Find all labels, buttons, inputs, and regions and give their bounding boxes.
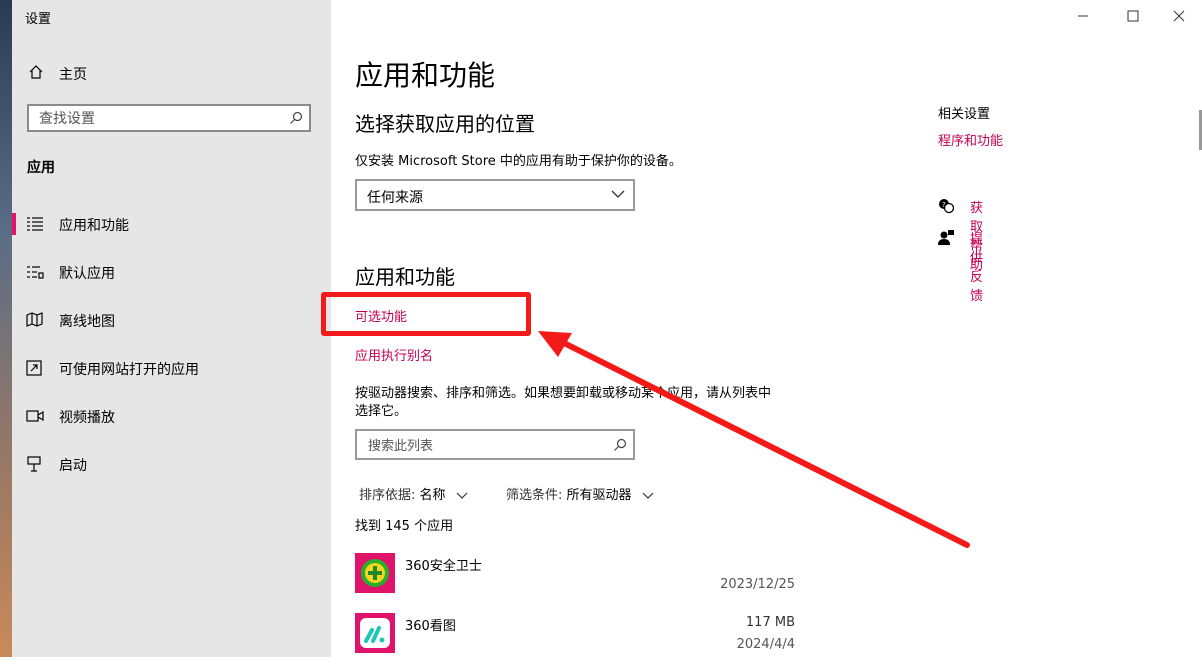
app-name: 360看图	[405, 619, 456, 634]
sidebar-item-offline-maps[interactable]: 离线地图	[12, 303, 331, 337]
video-playback-icon	[26, 410, 44, 422]
apps-list-description-line1: 按驱动器搜索、排序和筛选。如果想要卸载或移动某个应用，请从列表中	[355, 386, 772, 401]
maximize-button[interactable]	[1118, 6, 1148, 26]
sort-by-label: 排序依据:	[359, 488, 416, 503]
programs-features-link[interactable]: 程序和功能	[938, 130, 1003, 149]
sidebar-item-label: 启动	[59, 458, 87, 474]
home-icon	[29, 65, 43, 79]
desktop-background-strip	[0, 0, 12, 657]
apps-list-description-line2: 选择它。	[355, 404, 408, 419]
page-title: 应用和功能	[355, 59, 496, 92]
app-name: 360安全卫士	[405, 559, 482, 574]
install-source-description: 仅安装 Microsoft Store 中的应用有助于保护你的设备。	[355, 154, 682, 169]
settings-search-input[interactable]	[37, 108, 281, 130]
dropdown-selected-value: 任何来源	[367, 190, 423, 206]
filter-by-value: 所有驱动器	[566, 488, 632, 503]
app-install-date: 2023/12/25	[720, 577, 795, 592]
sidebar-item-label: 默认应用	[59, 266, 115, 282]
chevron-down-icon	[642, 492, 654, 499]
related-settings-title: 相关设置	[938, 107, 991, 122]
sidebar-item-apps-features[interactable]: 应用和功能	[12, 207, 331, 241]
360-safe-icon	[355, 553, 395, 593]
apps-features-heading: 应用和功能	[355, 265, 455, 289]
window-title: 设置	[25, 12, 52, 27]
sidebar-item-apps-for-websites[interactable]: 可使用网站打开的应用	[12, 351, 331, 385]
sidebar-item-label: 可使用网站打开的应用	[59, 362, 199, 378]
settings-sidebar: 设置 主页 应用 应用和功能	[12, 0, 331, 657]
settings-search-box[interactable]	[27, 104, 311, 132]
startup-icon	[27, 456, 41, 472]
sidebar-item-label: 视频播放	[59, 410, 115, 426]
apps-count-text: 找到 145 个应用	[355, 519, 454, 534]
install-source-dropdown[interactable]: 任何来源	[355, 179, 635, 211]
360-image-viewer-icon	[355, 613, 395, 653]
apps-for-websites-icon	[26, 360, 42, 376]
chevron-down-icon	[611, 190, 625, 198]
app-execution-alias-link[interactable]: 应用执行别名	[355, 345, 433, 364]
search-icon	[614, 438, 627, 451]
apps-list-search-input[interactable]	[366, 435, 600, 457]
sort-by-selector[interactable]: 排序依据: 名称	[359, 484, 468, 503]
sidebar-item-default-apps[interactable]: 默认应用	[12, 255, 331, 289]
close-button[interactable]	[1164, 6, 1194, 26]
search-icon	[290, 111, 303, 124]
sidebar-item-label: 应用和功能	[59, 218, 129, 234]
offline-maps-icon	[26, 312, 43, 327]
feedback-icon	[938, 230, 954, 245]
apps-features-icon	[27, 217, 43, 231]
get-help-icon: ?	[939, 199, 954, 214]
sidebar-home[interactable]: 主页	[12, 58, 331, 88]
sidebar-home-label: 主页	[59, 67, 87, 83]
sidebar-item-label: 离线地图	[59, 314, 115, 330]
app-list-item[interactable]: 360看图 117 MB 2024/4/4	[355, 613, 795, 665]
sidebar-item-startup[interactable]: 启动	[12, 447, 331, 481]
app-install-date: 2024/4/4	[736, 637, 795, 652]
sidebar-item-video-playback[interactable]: 视频播放	[12, 399, 331, 433]
sidebar-section-title: 应用	[27, 160, 55, 176]
app-size: 117 MB	[745, 615, 795, 630]
annotation-highlight-box	[321, 292, 531, 336]
minimize-button[interactable]	[1068, 6, 1098, 26]
install-source-heading: 选择获取应用的位置	[355, 112, 535, 136]
app-list-item[interactable]: 360安全卫士 2023/12/25	[355, 553, 795, 605]
filter-by-selector[interactable]: 筛选条件: 所有驱动器	[506, 484, 654, 503]
give-feedback-label: 提供反馈	[970, 232, 984, 304]
apps-list-search-box[interactable]	[355, 429, 635, 460]
default-apps-icon	[27, 266, 44, 279]
sort-by-value: 名称	[419, 488, 446, 503]
chevron-down-icon	[456, 492, 468, 499]
filter-by-label: 筛选条件:	[506, 488, 563, 503]
svg-text:?: ?	[942, 201, 946, 209]
